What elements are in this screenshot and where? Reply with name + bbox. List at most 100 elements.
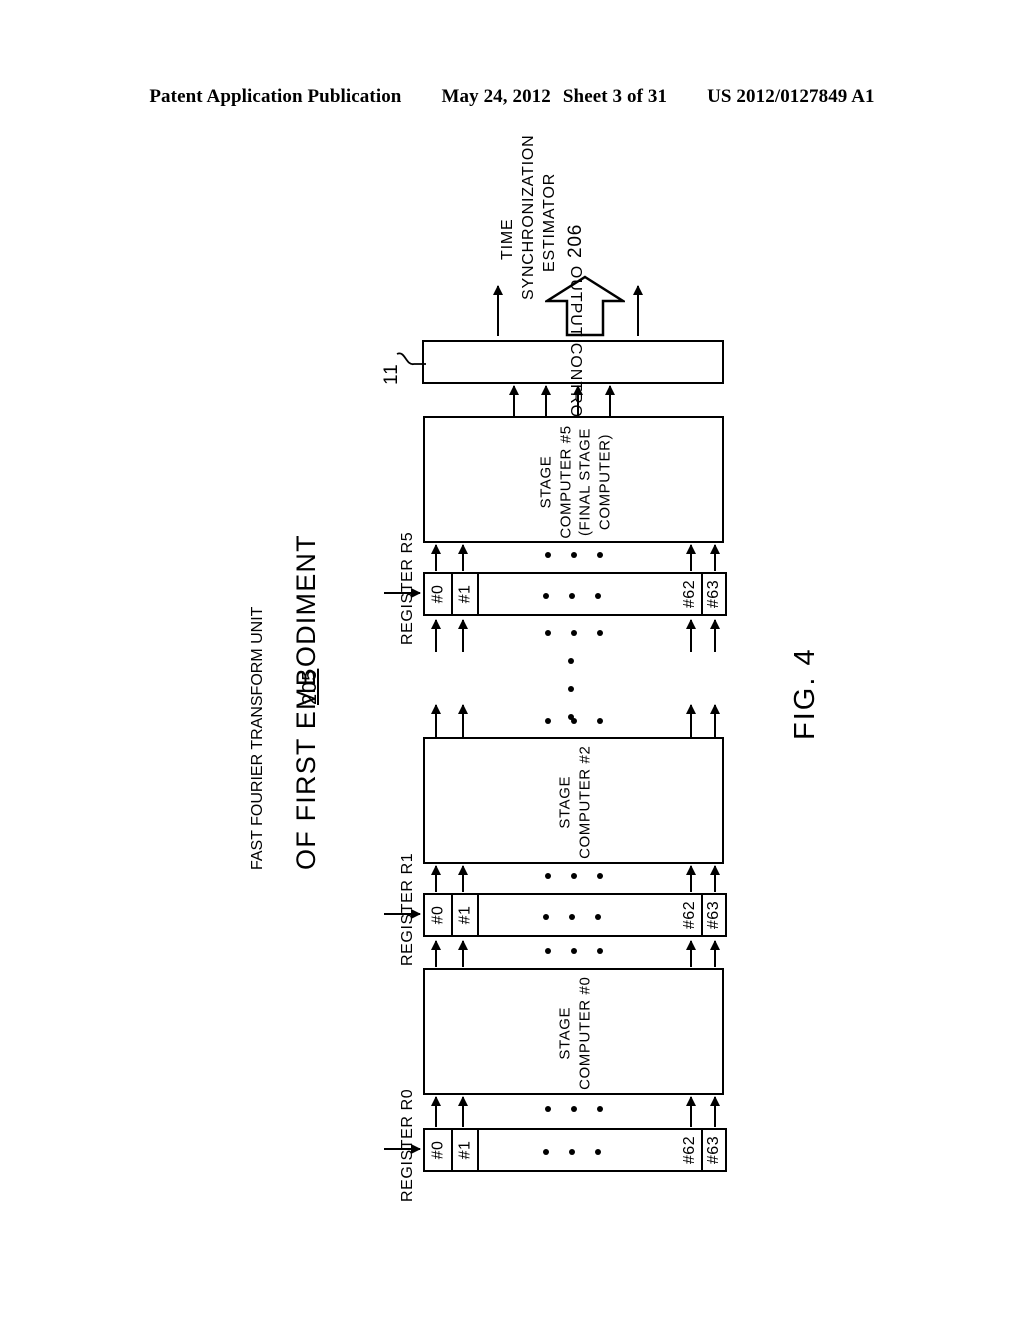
stage-computer-5-label-line4: COMPUTER) (595, 433, 613, 530)
gap-to-r5-arrow-1 (431, 619, 441, 652)
register-r5-cell-62-label: #62 (681, 579, 699, 609)
r0-to-stage0-ellipsis (545, 1106, 603, 1112)
register-r1-cell-1-label: #1 (455, 905, 473, 925)
register-r0-cell-0[interactable]: #0 (425, 1130, 453, 1170)
register-r5-ellipsis (543, 593, 601, 599)
register-r5-cell-0[interactable]: #0 (425, 574, 453, 614)
stage-computer-0-box[interactable]: STAGE COMPUTER #0 (423, 968, 724, 1095)
output-arrow-left (493, 285, 503, 336)
stage-computer-5-box[interactable]: STAGE COMPUTER #5 (FINAL STAGE COMPUTER) (423, 416, 724, 543)
register-r0-cell-63[interactable]: #63 (703, 1130, 725, 1170)
r0-to-stage0-arrow-4 (710, 1096, 720, 1127)
r1-to-stage2-arrow-4 (710, 865, 720, 892)
r5-to-stage5-ellipsis (545, 552, 603, 558)
register-r1[interactable]: #0 #1 #62 #63 (423, 893, 727, 937)
register-r0-cell-0-label: #0 (428, 1140, 446, 1160)
register-r0-ellipsis (543, 1149, 601, 1155)
register-r1-cell-62-label: #62 (681, 900, 699, 930)
stage-computer-5-label-line3: (FINAL STAGE (576, 427, 594, 536)
header-patent-number: US 2012/0127849 A1 (707, 86, 875, 107)
register-r0-cell-62[interactable]: #62 (679, 1130, 703, 1170)
stage0-to-r1-arrow-4 (710, 940, 720, 967)
stage0-to-r1-arrow-1 (431, 940, 441, 967)
register-r1-input-arrow (384, 909, 421, 919)
r5-to-stage5-arrow-1 (431, 544, 441, 571)
register-r0-cell-62-label: #62 (681, 1135, 699, 1165)
r1-to-stage2-arrow-3 (686, 865, 696, 892)
gap-top-ellipsis (545, 630, 603, 636)
estimator-label-line3: ESTIMATOR (541, 172, 558, 272)
r5-to-stage5-arrow-3 (686, 544, 696, 571)
gap-bottom-ellipsis (545, 718, 603, 724)
stage0-to-r1-ellipsis (545, 948, 603, 954)
stages-vertical-ellipsis (568, 658, 574, 720)
stage5-to-oc-arrow-3 (573, 385, 583, 416)
stage-computer-0-label-line1: STAGE (556, 1007, 574, 1060)
register-r5-cell-62[interactable]: #62 (679, 574, 703, 614)
r0-to-stage0-arrow-2 (458, 1096, 468, 1127)
figure-title-line1: FAST FOURIER TRANSFORM UNIT (249, 606, 266, 870)
register-r5[interactable]: #0 #1 #62 #63 (423, 572, 727, 616)
register-r0-cell-1[interactable]: #1 (453, 1130, 479, 1170)
gap-to-r5-arrow-4 (710, 619, 720, 652)
output-controller-box[interactable]: OUTPUT CONTROLLER (422, 266, 726, 462)
estimator-label-line1: TIME (499, 218, 516, 260)
register-r1-cell-0[interactable]: #0 (425, 895, 453, 935)
stage-computer-2-label-line1: STAGE (556, 776, 574, 829)
header-sheet: Sheet 3 of 31 (562, 86, 668, 107)
register-r5-input-arrow (384, 588, 421, 598)
stage-computer-2-label-line2: COMPUTER #2 (576, 745, 594, 860)
register-r1-cell-63-label: #63 (705, 900, 723, 930)
gap-to-r5-arrow-2 (458, 619, 468, 652)
r0-to-stage0-arrow-3 (686, 1096, 696, 1127)
stage-computer-5-label-line2: COMPUTER #5 (556, 424, 574, 539)
register-r1-cell-63[interactable]: #63 (703, 895, 725, 935)
register-r5-cell-1-label: #1 (455, 584, 473, 604)
gap-to-r5-arrow-3 (686, 619, 696, 652)
header-date: May 24, 2012 (441, 86, 551, 107)
estimator-reference: 206 (565, 223, 586, 258)
output-controller-leader-line (396, 352, 426, 365)
r5-to-stage5-arrow-2 (458, 544, 468, 571)
r1-to-stage2-arrow-1 (431, 865, 441, 892)
estimator-label-line2: SYNCHRONIZATION (520, 134, 537, 300)
stage2-to-gap-arrow-3 (686, 704, 696, 737)
page-header: Patent Application Publication May 24, 2… (0, 86, 1024, 108)
output-arrow-right (633, 285, 643, 336)
figure-reference: 205 (299, 668, 321, 705)
stage0-to-r1-arrow-3 (686, 940, 696, 967)
register-r0-cell-63-label: #63 (705, 1135, 723, 1165)
header-publication: Patent Application Publication (149, 86, 402, 107)
output-controller-label-wrap: OUTPUT CONTROLLER (424, 266, 726, 462)
register-r1-ellipsis (543, 914, 601, 920)
r0-to-stage0-arrow-1 (431, 1096, 441, 1127)
register-r1-cell-62[interactable]: #62 (679, 895, 703, 935)
figure-number: FIG. 4 (789, 647, 821, 740)
stage5-to-oc-arrow-2 (541, 385, 551, 416)
register-r0-input-arrow (384, 1144, 421, 1154)
register-r5-cell-0-label: #0 (428, 584, 446, 604)
register-r5-cell-63-label: #63 (705, 579, 723, 609)
r5-to-stage5-arrow-4 (710, 544, 720, 571)
patent-figure-page: Patent Application Publication May 24, 2… (0, 0, 1024, 1320)
stage-computer-0-label-line2: COMPUTER #0 (576, 976, 594, 1091)
stage2-to-gap-arrow-1 (431, 704, 441, 737)
stage-computer-0-label-wrap: STAGE COMPUTER #0 (425, 970, 726, 1097)
register-r1-cell-0-label: #0 (428, 905, 446, 925)
stage5-to-oc-arrow-1 (509, 385, 519, 416)
stage-computer-5-label-wrap: STAGE COMPUTER #5 (FINAL STAGE COMPUTER) (425, 418, 726, 545)
r1-to-stage2-arrow-2 (458, 865, 468, 892)
stage-computer-5-label-line1: STAGE (537, 455, 555, 508)
stage0-to-r1-arrow-2 (458, 940, 468, 967)
register-r5-cell-1[interactable]: #1 (453, 574, 479, 614)
register-r0-cell-1-label: #1 (455, 1140, 473, 1160)
r1-to-stage2-ellipsis (545, 873, 603, 879)
register-r5-cell-63[interactable]: #63 (703, 574, 725, 614)
stage-computer-2-label-wrap: STAGE COMPUTER #2 (425, 739, 726, 866)
stage2-to-gap-arrow-4 (710, 704, 720, 737)
register-r0[interactable]: #0 #1 #62 #63 (423, 1128, 727, 1172)
register-r1-cell-1[interactable]: #1 (453, 895, 479, 935)
stage5-to-oc-arrow-4 (605, 385, 615, 416)
stage-computer-2-box[interactable]: STAGE COMPUTER #2 (423, 737, 724, 864)
stage2-to-gap-arrow-2 (458, 704, 468, 737)
